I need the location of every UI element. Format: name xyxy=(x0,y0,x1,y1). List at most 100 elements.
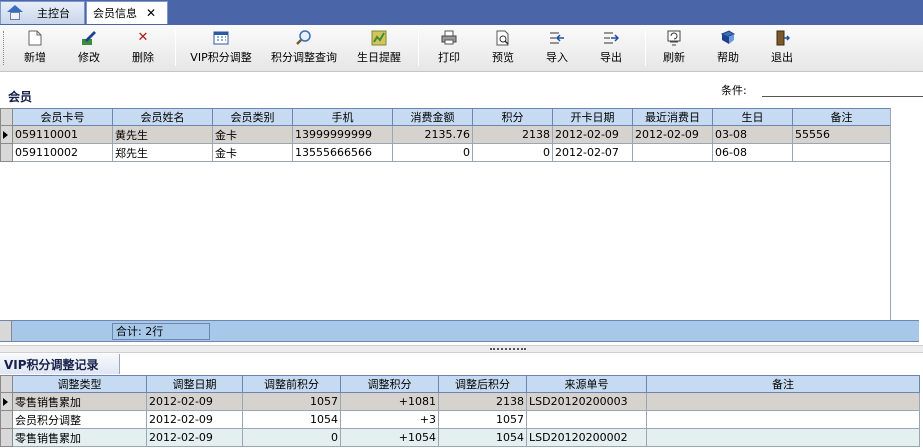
import-icon xyxy=(548,29,566,46)
export-button[interactable]: 导出 xyxy=(597,29,625,67)
new-button[interactable]: 新增 xyxy=(21,29,49,67)
table-cell[interactable] xyxy=(646,410,920,429)
column-header[interactable]: 会员姓名 xyxy=(112,108,213,126)
column-header[interactable]: 会员类别 xyxy=(212,108,293,126)
table-cell[interactable]: 2138 xyxy=(472,125,553,144)
toolbar-grip[interactable] xyxy=(3,31,6,65)
table-cell[interactable]: 2012-02-09 xyxy=(632,125,713,144)
column-header[interactable]: 调整后积分 xyxy=(438,375,527,393)
column-header[interactable]: 备注 xyxy=(792,108,891,126)
condition-input[interactable] xyxy=(762,82,923,97)
table-cell[interactable]: 2012-02-09 xyxy=(146,428,243,447)
column-header[interactable]: 备注 xyxy=(646,375,920,393)
table-cell[interactable]: 郑先生 xyxy=(112,143,213,162)
toolbar-separator xyxy=(418,30,419,66)
table-cell[interactable]: 55556 xyxy=(792,125,891,144)
column-header[interactable]: 手机 xyxy=(292,108,393,126)
table-cell[interactable]: 03-08 xyxy=(712,125,793,144)
column-header[interactable]: 消费金额 xyxy=(392,108,473,126)
table-cell[interactable]: 2135.76 xyxy=(392,125,473,144)
table-cell[interactable]: 0 xyxy=(242,428,341,447)
column-header[interactable]: 生日 xyxy=(712,108,793,126)
table-cell[interactable]: +1081 xyxy=(340,392,439,411)
delete-button[interactable]: ✕ 删除 xyxy=(129,29,157,67)
vip-log-tab[interactable]: VIP积分调整记录 xyxy=(0,354,120,374)
table-row[interactable]: 零售销售累加 2012-02-09 1057 +1081 2138 LSD201… xyxy=(0,392,920,411)
edit-icon xyxy=(80,29,98,46)
table-cell[interactable]: 金卡 xyxy=(212,143,293,162)
table-cell[interactable]: 13999999999 xyxy=(292,125,393,144)
row-header[interactable] xyxy=(0,392,13,411)
export-icon xyxy=(602,29,620,46)
print-button[interactable]: 打印 xyxy=(435,29,463,67)
vip-log-grid-header: 调整类型 调整日期 调整前积分 调整积分 调整后积分 来源单号 备注 xyxy=(0,375,920,393)
table-cell[interactable]: 2012-02-09 xyxy=(552,125,633,144)
birthday-reminder-button[interactable]: 生日提醒 xyxy=(354,29,404,67)
table-cell[interactable]: 06-08 xyxy=(712,143,793,162)
table-cell[interactable]: 黄先生 xyxy=(112,125,213,144)
table-cell[interactable]: 1054 xyxy=(242,410,341,429)
close-icon[interactable]: ✕ xyxy=(146,7,156,19)
table-cell[interactable]: 0 xyxy=(392,143,473,162)
edit-button-label: 修改 xyxy=(78,51,100,64)
table-cell[interactable] xyxy=(526,410,647,429)
table-row[interactable]: 059110001 黄先生 金卡 13999999999 2135.76 213… xyxy=(0,125,891,144)
points-adjust-query-button[interactable]: 积分调整查询 xyxy=(266,29,342,67)
table-cell[interactable]: 1057 xyxy=(438,410,527,429)
table-cell[interactable]: +1054 xyxy=(340,428,439,447)
column-header[interactable]: 来源单号 xyxy=(526,375,647,393)
table-cell[interactable]: LSD20120200002 xyxy=(526,428,647,447)
refresh-button[interactable]: 刷新 xyxy=(660,29,688,67)
exit-button[interactable]: 退出 xyxy=(768,29,796,67)
table-cell[interactable] xyxy=(792,143,891,162)
row-header[interactable] xyxy=(0,143,13,162)
table-cell[interactable]: 2012-02-09 xyxy=(146,392,243,411)
column-header[interactable]: 调整类型 xyxy=(12,375,147,393)
table-cell[interactable]: +3 xyxy=(340,410,439,429)
panel-splitter[interactable] xyxy=(0,345,923,353)
table-cell[interactable]: 2138 xyxy=(438,392,527,411)
table-cell[interactable]: 2012-02-09 xyxy=(146,410,243,429)
table-cell[interactable]: 1057 xyxy=(242,392,341,411)
new-button-label: 新增 xyxy=(24,51,46,64)
table-cell[interactable]: 金卡 xyxy=(212,125,293,144)
column-header[interactable]: 最近消费日 xyxy=(632,108,713,126)
table-cell[interactable]: 1054 xyxy=(438,428,527,447)
table-cell[interactable]: 2012-02-07 xyxy=(552,143,633,162)
table-cell[interactable]: 零售销售累加 xyxy=(12,428,147,447)
column-header[interactable]: 开卡日期 xyxy=(552,108,633,126)
table-cell[interactable] xyxy=(646,428,920,447)
column-header[interactable]: 调整积分 xyxy=(340,375,439,393)
table-cell[interactable] xyxy=(646,392,920,411)
table-row[interactable]: 会员积分调整 2012-02-09 1054 +3 1057 xyxy=(0,410,920,429)
tab-member-info[interactable]: 会员信息 ✕ xyxy=(86,1,168,24)
birthday-reminder-label: 生日提醒 xyxy=(357,51,401,64)
column-header[interactable]: 调整前积分 xyxy=(242,375,341,393)
preview-button[interactable]: 预览 xyxy=(489,29,517,67)
column-header[interactable]: 会员卡号 xyxy=(12,108,113,126)
row-header[interactable] xyxy=(0,410,13,429)
table-cell[interactable] xyxy=(632,143,713,162)
tab-main-console[interactable]: 主控台 xyxy=(0,1,85,24)
table-cell[interactable]: 会员积分调整 xyxy=(12,410,147,429)
table-cell[interactable]: 零售销售累加 xyxy=(12,392,147,411)
table-row[interactable]: 零售销售累加 2012-02-09 0 +1054 1054 LSD201202… xyxy=(0,428,920,447)
import-button[interactable]: 导入 xyxy=(543,29,571,67)
table-cell[interactable]: 13555666566 xyxy=(292,143,393,162)
refresh-icon xyxy=(665,29,683,46)
row-header[interactable] xyxy=(0,428,13,447)
members-grid: 会员卡号 会员姓名 会员类别 手机 消费金额 积分 开卡日期 最近消费日 生日 … xyxy=(0,108,891,162)
table-cell[interactable]: LSD20120200003 xyxy=(526,392,647,411)
preview-button-label: 预览 xyxy=(492,51,514,64)
row-header[interactable] xyxy=(0,125,13,144)
edit-button[interactable]: 修改 xyxy=(75,29,103,67)
column-header[interactable]: 积分 xyxy=(472,108,553,126)
table-cell[interactable]: 059110002 xyxy=(12,143,113,162)
vip-points-adjust-button[interactable]: VIP积分调整 xyxy=(186,29,256,67)
column-header[interactable]: 调整日期 xyxy=(146,375,243,393)
table-cell[interactable]: 0 xyxy=(472,143,553,162)
table-cell[interactable]: 059110001 xyxy=(12,125,113,144)
members-grid-header: 会员卡号 会员姓名 会员类别 手机 消费金额 积分 开卡日期 最近消费日 生日 … xyxy=(0,108,891,126)
table-row[interactable]: 059110002 郑先生 金卡 13555666566 0 0 2012-02… xyxy=(0,143,891,162)
help-button[interactable]: 帮助 xyxy=(714,29,742,67)
